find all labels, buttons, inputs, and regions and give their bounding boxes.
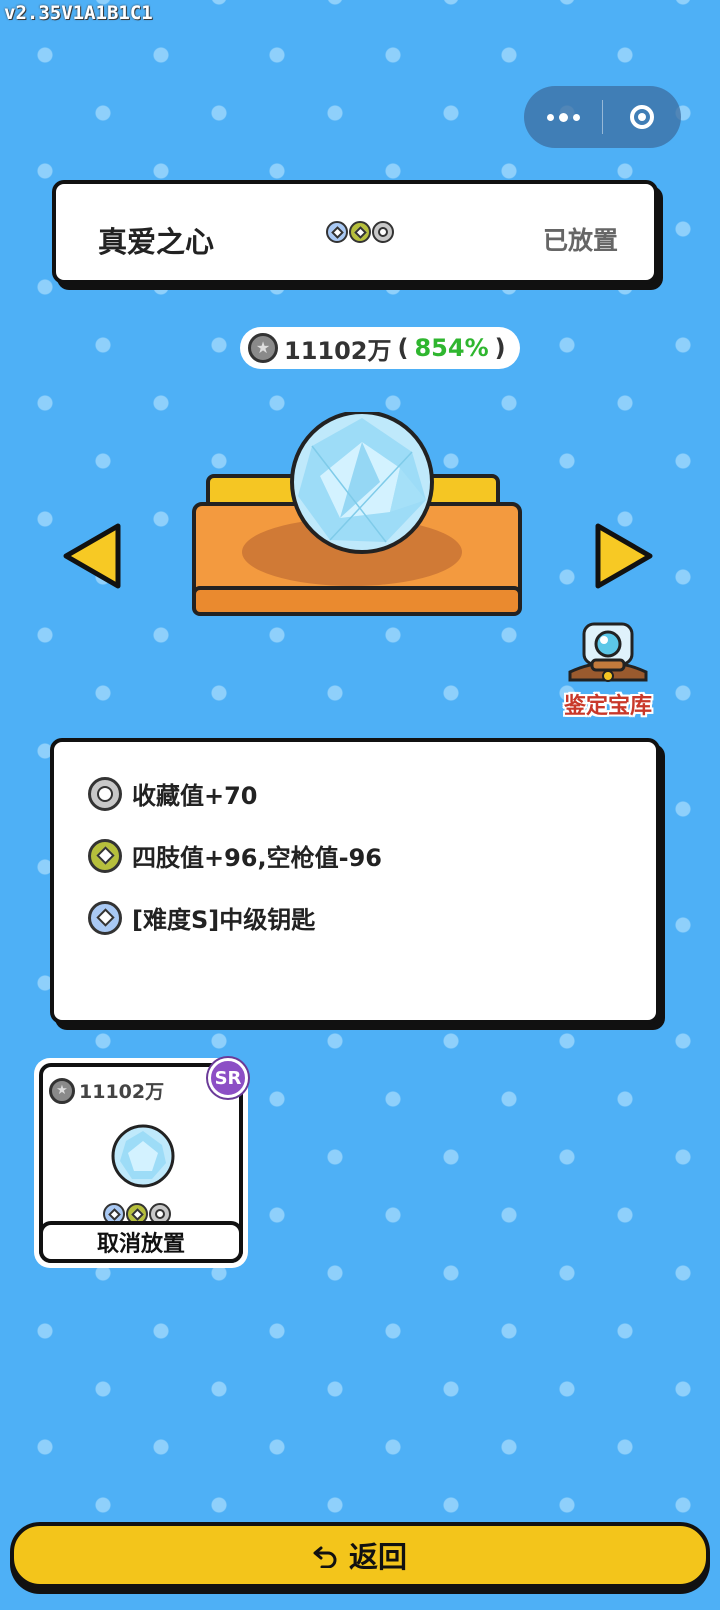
attribute-row: 四肢值+96,空枪值-96	[88, 838, 382, 873]
attribute-text: [难度S]中级钥匙	[132, 906, 316, 934]
olive-diamond-badge-icon	[349, 221, 371, 243]
more-menu-button[interactable]	[524, 86, 602, 148]
vault-label: 鉴定宝库	[563, 694, 652, 719]
version-label: v2.35V1A1B1C1	[4, 2, 153, 24]
attribute-text: 四肢值+96,空枪值-96	[132, 844, 382, 872]
slot-value-amount: 11102万	[79, 1081, 165, 1103]
placement-status: 已放置	[542, 226, 618, 255]
attributes-card: 收藏值+70 四肢值+96,空枪值-96 [难度S]中级钥匙	[50, 738, 660, 1024]
slot-frame: ★ 11102万 SR 取消放置	[39, 1058, 248, 1263]
item-value-pill: ★ 11102万(854%)	[240, 327, 520, 369]
value-amount: 11102万	[284, 336, 392, 365]
coin-icon: ★	[248, 333, 278, 363]
olive-diamond-badge-icon	[88, 838, 122, 873]
blue-diamond-badge-icon	[88, 900, 122, 935]
dot-icon	[558, 112, 568, 122]
attribute-text: 收藏值+70	[132, 782, 258, 810]
rarity-badge: SR	[208, 1058, 248, 1098]
gray-circle-badge-icon	[372, 221, 394, 243]
previous-arrow-icon[interactable]	[60, 520, 126, 592]
target-icon	[630, 105, 654, 129]
gem-display-stand	[192, 412, 522, 616]
appraisal-vault-button[interactable]: 鉴定宝库	[553, 620, 663, 720]
return-arrow-icon	[313, 1546, 337, 1568]
cancel-placement-button[interactable]: 取消放置	[39, 1221, 243, 1263]
vault-icon	[568, 622, 648, 682]
percent-close-paren: )	[494, 334, 506, 362]
diamond-gem-icon	[290, 412, 434, 554]
diamond-gem-icon	[111, 1124, 175, 1188]
gray-circle-badge-icon	[88, 776, 122, 811]
value-percent: 854%	[414, 334, 489, 362]
attribute-row: [难度S]中级钥匙	[88, 900, 315, 935]
dot-icon	[546, 113, 554, 121]
slot-value: ★ 11102万	[49, 1077, 164, 1104]
percent-open-paren: (	[397, 334, 409, 362]
item-name: 真爱之心	[98, 225, 215, 259]
placed-item-slot[interactable]: ★ 11102万 SR 取消放置	[34, 1058, 248, 1268]
blue-diamond-badge-icon	[326, 221, 348, 243]
attribute-badges	[326, 221, 394, 243]
next-arrow-icon[interactable]	[590, 520, 656, 592]
coin-icon: ★	[49, 1077, 75, 1104]
attribute-row: 收藏值+70	[88, 776, 258, 811]
item-title-card: 真爱之心 已放置	[52, 180, 658, 284]
back-button-label: 返回	[348, 1540, 407, 1574]
close-miniprogram-button[interactable]	[603, 86, 681, 148]
miniprogram-capsule	[524, 86, 681, 148]
back-button[interactable]: 返回	[10, 1522, 710, 1588]
dot-icon	[572, 113, 580, 121]
